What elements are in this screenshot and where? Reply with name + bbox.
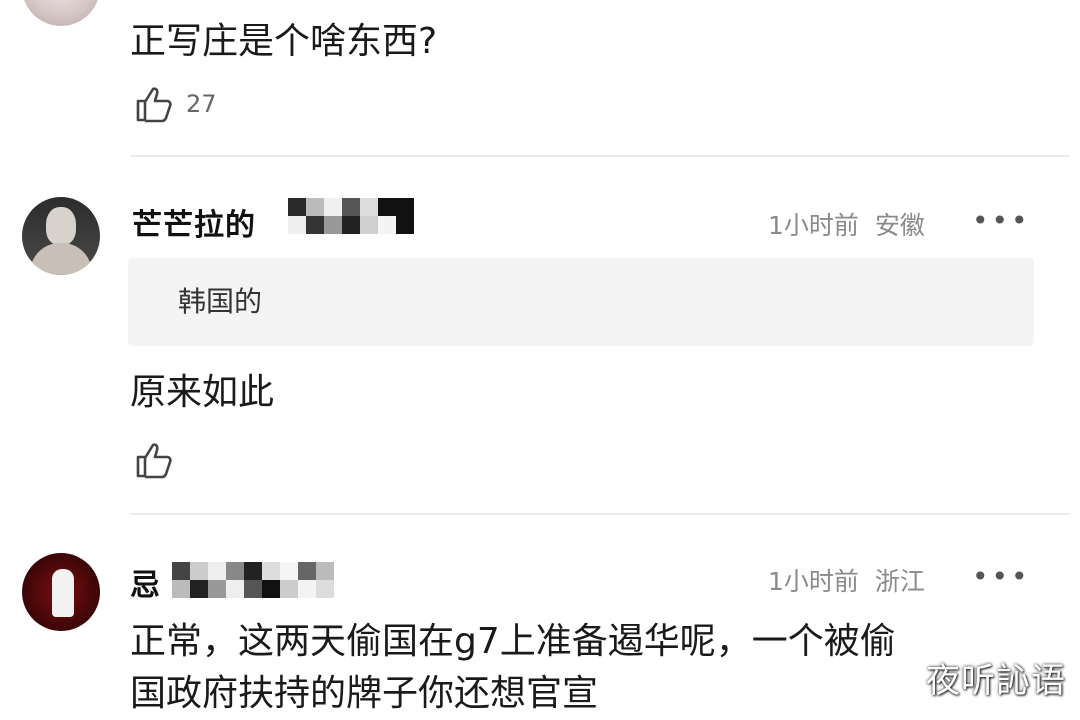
comment-meta: 1小时前 浙江 (768, 562, 925, 598)
comment-text-line2: 国政府扶持的牌子你还想官宣 (130, 673, 599, 714)
username-mosaic (288, 216, 414, 234)
comment-location: 浙江 (874, 567, 925, 596)
like-button[interactable] (134, 440, 174, 480)
comment-meta: 1小时前 安徽 (768, 206, 925, 242)
quoted-reply[interactable]: 韩国的 (128, 258, 1034, 346)
more-dots-icon[interactable]: ••• (972, 560, 1031, 593)
thumbs-up-icon (136, 443, 172, 479)
username-mosaic (172, 562, 334, 580)
more-dots-icon[interactable]: ••• (972, 204, 1031, 237)
thumbs-up-icon (136, 87, 172, 123)
commenter-avatar[interactable] (22, 0, 100, 26)
like-button[interactable]: 27 (134, 84, 217, 124)
username[interactable]: 忌 (130, 560, 161, 604)
avatar-body (30, 243, 92, 275)
comment-text-line1: 正常，这两天偷国在g7上准备遏华呢，一个被偷 (130, 621, 896, 662)
divider (130, 155, 1070, 157)
username-mosaic (172, 580, 334, 598)
quoted-text: 韩国的 (178, 285, 263, 318)
comment-time: 1小时前 (768, 567, 859, 596)
commenter-avatar[interactable] (22, 197, 100, 275)
comment-location: 安徽 (874, 211, 925, 240)
comment-text: 正写庄是个啥东西? (130, 21, 438, 62)
avatar-figure (52, 569, 74, 617)
comment-feed: 正写庄是个啥东西? 27 芒芒拉的 1小时前 安徽 ••• 韩国的 原来如此 忌… (0, 0, 1080, 720)
username[interactable]: 芒芒拉的 (132, 200, 256, 244)
comment-text: 原来如此 (130, 372, 275, 413)
watermark: 夜听訫语 (926, 661, 1066, 701)
commenter-avatar[interactable] (22, 553, 100, 631)
divider (130, 513, 1070, 515)
comment-time: 1小时前 (768, 211, 859, 240)
like-count: 27 (186, 90, 217, 118)
username-mosaic (288, 198, 414, 216)
avatar-face (46, 207, 76, 245)
